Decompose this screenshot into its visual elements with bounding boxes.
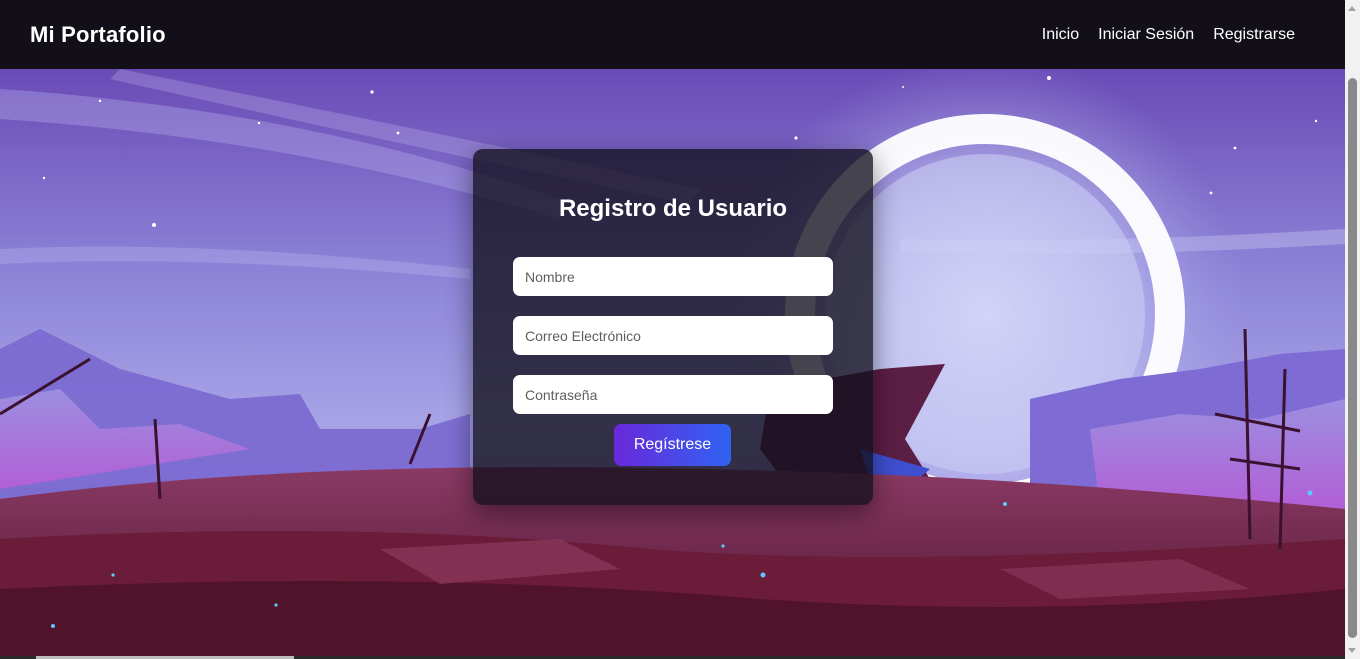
email-input[interactable] <box>513 316 833 355</box>
register-submit-button[interactable]: Regístrese <box>614 424 731 466</box>
scroll-thumb[interactable] <box>1348 78 1357 638</box>
nav-links: Inicio Iniciar Sesión Registrarse <box>1042 26 1295 44</box>
top-navbar: Mi Portafolio Inicio Iniciar Sesión Regi… <box>0 0 1345 69</box>
nav-link-registrarse[interactable]: Registrarse <box>1213 26 1295 44</box>
nav-link-iniciar-sesion[interactable]: Iniciar Sesión <box>1098 26 1194 44</box>
password-input[interactable] <box>513 375 833 414</box>
registration-card: Registro de Usuario Regístrese <box>473 149 873 505</box>
vertical-scrollbar[interactable] <box>1345 0 1360 659</box>
scroll-up-arrow-icon[interactable] <box>1348 6 1356 11</box>
name-input[interactable] <box>513 257 833 296</box>
form-title: Registro de Usuario <box>558 195 788 222</box>
brand-logo-text[interactable]: Mi Portafolio <box>30 22 166 48</box>
scroll-down-arrow-icon[interactable] <box>1348 648 1356 653</box>
nav-link-inicio[interactable]: Inicio <box>1042 26 1079 44</box>
